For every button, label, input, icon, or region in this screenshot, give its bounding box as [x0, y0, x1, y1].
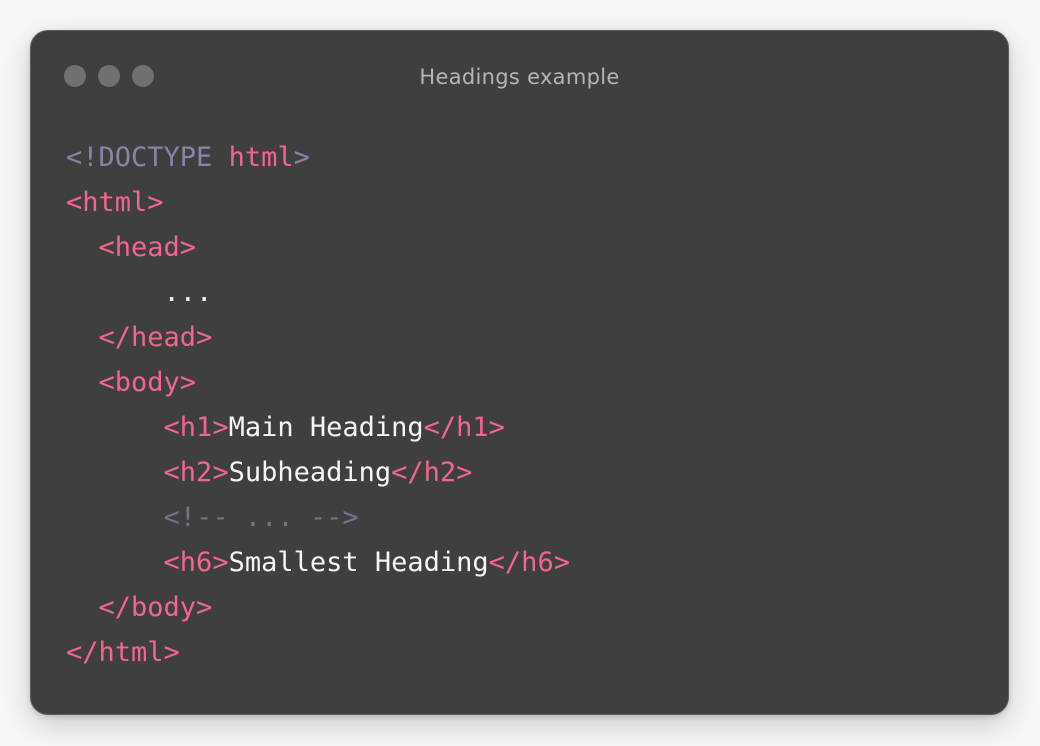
code-token-tag: </h1> [423, 412, 505, 443]
code-line: </head> [66, 315, 570, 360]
code-line: <!DOCTYPE html> [66, 135, 570, 180]
code-token-tag: </html> [66, 637, 180, 668]
code-token-tag: html [228, 142, 294, 173]
code-token-tag: <h1> [163, 412, 229, 443]
code-token-text: ... [163, 277, 213, 308]
window-title: Headings example [419, 65, 620, 89]
code-token-tag: <h6> [163, 547, 229, 578]
code-token-tag: <body> [98, 367, 197, 398]
code-line: ... [66, 270, 570, 315]
code-token-doctype: > [293, 142, 310, 173]
code-line: <h2>Subheading</h2> [66, 450, 570, 495]
code-window: Headings example <!DOCTYPE html> <html> <… [30, 30, 1009, 715]
code-token-tag: </head> [98, 322, 213, 353]
code-token-doctype: <!DOCTYPE [66, 142, 229, 173]
code-line: <h6>Smallest Heading</h6> [66, 540, 570, 585]
code-token-tag: </h2> [391, 457, 473, 488]
code-line: <h1>Main Heading</h1> [66, 405, 570, 450]
code-token-tag: <h2> [163, 457, 229, 488]
code-line: </body> [66, 585, 570, 630]
code-token-text: Subheading [228, 457, 392, 488]
code-line: <body> [66, 360, 570, 405]
code-token-text: Main Heading [228, 412, 424, 443]
code-token-tag: <head> [98, 232, 197, 263]
code-line: <head> [66, 225, 570, 270]
code-line: </html> [66, 630, 570, 675]
code-line: <html> [66, 180, 570, 225]
code-block: <!DOCTYPE html> <html> <head> ... </head>… [66, 135, 570, 675]
code-token-text: Smallest Heading [228, 547, 489, 578]
window-titlebar: Headings example [31, 31, 1008, 126]
stage: Headings example <!DOCTYPE html> <html> <… [0, 0, 1040, 746]
code-token-tag: </h6> [488, 547, 570, 578]
code-line: <!-- ... --> [66, 495, 570, 540]
code-token-tag: </body> [98, 592, 213, 623]
code-token-comment: <!-- ... --> [163, 502, 359, 533]
code-token-tag: <html> [66, 187, 164, 218]
